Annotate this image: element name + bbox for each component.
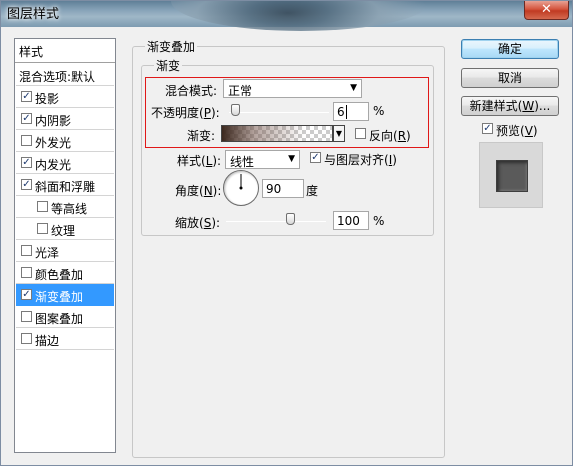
style-item[interactable]: 纹理 [16,218,114,240]
style-item-label: 内阴影 [35,114,72,128]
style-item-label: 内发光 [35,158,72,172]
style-item-label: 外发光 [35,136,72,150]
angle-label: 角度(N): [175,184,222,198]
check-icon[interactable]: ✓ [21,289,32,300]
styles-list: 样式 混合选项:默认 ✓ 投影 ✓ 内阴影 外发光 ✓ 内发光 ✓ 斜面和浮雕 等高线 纹理 光泽 颜色… [14,38,116,453]
gradient-label: 渐变: [187,129,216,143]
style-item[interactable]: 光泽 [16,240,114,262]
style-item-checkbox[interactable] [21,267,32,278]
style-item-checkbox[interactable] [21,245,32,256]
style-item[interactable]: 外发光 [16,130,114,152]
angle-input[interactable]: 90 [262,179,304,198]
style-select[interactable]: 线性 ▼ [225,150,300,169]
style-item-label: 图案叠加 [35,312,84,326]
style-item-checkbox[interactable] [37,223,48,234]
styles-list-header[interactable]: 样式 [15,39,115,63]
reverse-checkbox[interactable] [355,128,366,139]
scale-slider-track[interactable] [226,221,326,222]
check-icon[interactable]: ✓ [21,91,32,102]
gradient-picker-chevron-down-icon[interactable]: ▼ [333,125,345,142]
style-item[interactable]: 等高线 [16,196,114,218]
style-item-label: 斜面和浮雕 [35,180,96,194]
style-value: 线性 [230,155,255,169]
blend-options-item[interactable]: 混合选项:默认 [16,64,114,86]
opacity-unit: % [373,104,385,118]
chevron-down-icon: ▼ [350,83,357,93]
style-item[interactable]: ✓ 投影 [16,86,114,108]
style-item-label: 渐变叠加 [35,290,84,304]
close-button[interactable]: ✕ [524,1,569,20]
style-label: 样式(L): [177,154,222,168]
style-item[interactable]: ✓ 内发光 [16,152,114,174]
cancel-button[interactable]: 取消 [461,68,559,88]
new-style-button[interactable]: 新建样式(W)... [461,96,559,116]
angle-dial[interactable] [223,170,259,206]
ok-button[interactable]: 确定 [461,39,559,59]
text-cursor [345,105,347,119]
gradient-fill [222,126,332,141]
align-with-layer-checkbox[interactable]: ✓ [310,152,321,163]
close-icon: ✕ [541,2,552,17]
opacity-label: 不透明度(P): [151,106,220,120]
style-item-checkbox[interactable] [21,333,32,344]
style-item[interactable]: 图案叠加 [16,306,114,328]
title-bar[interactable]: 图层样式 ✕ [1,1,572,31]
preview-checkbox[interactable]: ✓ [482,123,493,134]
style-item-label: 纹理 [51,224,76,238]
check-icon[interactable]: ✓ [21,157,32,168]
scale-value: 100 [337,214,360,228]
gradient-swatch[interactable] [221,125,333,142]
opacity-input[interactable]: 6 [333,102,369,121]
style-item-label: 描边 [35,334,60,348]
scale-input[interactable]: 100 [333,211,369,230]
style-item[interactable]: ✓ 斜面和浮雕 [16,174,114,196]
blend-mode-select[interactable]: 正常 ▼ [223,79,362,98]
opacity-value: 6 [337,105,345,119]
style-item-label: 投影 [35,92,60,106]
style-item-label: 等高线 [51,202,88,216]
opacity-slider-thumb[interactable] [231,104,240,116]
reverse-label: 反向(R) [369,129,411,143]
style-item-label: 颜色叠加 [35,268,84,282]
preview-label: 预览(V) [496,124,538,138]
style-item[interactable]: ✓ 渐变叠加 [16,284,114,306]
style-item-checkbox[interactable] [21,311,32,322]
style-item-label: 光泽 [35,246,60,260]
style-item[interactable]: 描边 [16,328,114,350]
layer-style-dialog: 图层样式 ✕ 样式 混合选项:默认 ✓ 投影 ✓ 内阴影 外发光 ✓ 内发光 ✓ 斜面和浮雕 等高… [0,0,573,466]
check-icon[interactable]: ✓ [21,113,32,124]
blend-mode-label: 混合模式: [165,84,218,98]
chevron-down-icon: ▼ [288,154,295,164]
check-icon[interactable]: ✓ [21,179,32,190]
style-item-checkbox[interactable] [37,201,48,212]
align-with-layer-label: 与图层对齐(I) [324,153,397,167]
scale-label: 缩放(S): [175,216,221,230]
scale-unit: % [373,214,385,228]
style-item-checkbox[interactable] [21,135,32,146]
style-preview [479,142,543,208]
blend-mode-value: 正常 [228,84,253,98]
gradient-overlay-title: 渐变叠加 [145,38,198,55]
style-item[interactable]: ✓ 内阴影 [16,108,114,130]
gradient-subgroup-title: 渐变 [154,57,183,74]
scale-slider-thumb[interactable] [286,213,296,225]
blend-options-label: 混合选项:默认 [19,70,96,84]
angle-dial-needle [239,174,243,190]
title-bar-background-image [171,1,431,31]
style-preview-square [496,160,528,192]
angle-value: 90 [266,182,282,196]
dialog-title: 图层样式 [7,7,60,22]
style-item[interactable]: 颜色叠加 [16,262,114,284]
opacity-slider-track[interactable] [229,112,329,113]
angle-unit: 度 [306,184,319,198]
